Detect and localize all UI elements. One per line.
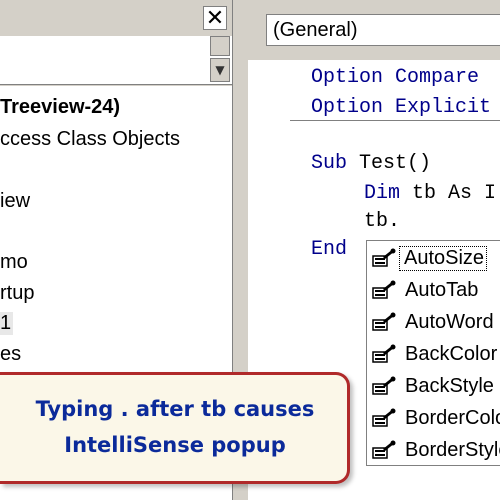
intellisense-item[interactable]: AutoWord — [371, 307, 494, 337]
intellisense-item[interactable]: BackColor — [371, 339, 497, 369]
property-icon — [371, 247, 399, 269]
callout-line-1: Typing . after tb causes — [35, 397, 315, 421]
property-icon — [371, 311, 399, 333]
tree-item[interactable]: mo — [0, 251, 28, 274]
code-line: Dim tb As I — [364, 182, 496, 205]
scroll-down-button[interactable]: ▼ — [210, 58, 230, 82]
intellisense-item[interactable]: AutoTab — [371, 275, 478, 305]
property-icon — [371, 343, 399, 365]
property-icon — [371, 375, 399, 397]
callout-text: Typing . after tb causes IntelliSense po… — [0, 391, 350, 463]
intellisense-item-label: BackColor — [405, 342, 498, 365]
intellisense-item-label: AutoSize — [399, 245, 488, 271]
intellisense-popup: AutoSize AutoTab AutoWord BackColor BackStyl… — [366, 240, 500, 466]
code-line: End — [311, 238, 347, 261]
property-icon — [371, 279, 399, 301]
intellisense-item-label: BackStyle — [405, 374, 494, 397]
tree-item[interactable]: rtup — [0, 282, 34, 305]
tree-item[interactable]: ccess Class Objects — [0, 128, 180, 151]
chevron-down-icon: ▼ — [215, 63, 225, 77]
intellisense-item[interactable]: BorderColor — [371, 403, 500, 433]
property-icon — [371, 439, 399, 461]
close-button[interactable]: ✕ — [203, 5, 227, 31]
intellisense-item-label: AutoWord — [405, 310, 494, 333]
keyword: Dim — [364, 182, 413, 205]
keyword: End — [311, 238, 348, 261]
intellisense-item[interactable]: BorderStyle — [371, 435, 500, 465]
annotation-callout: Typing . after tb causes IntelliSense po… — [0, 372, 350, 484]
code-line: tb. — [364, 210, 400, 233]
callout-line-2: IntelliSense popup — [64, 433, 286, 457]
keyword: Sub — [311, 152, 360, 175]
code-line: Sub Test() — [311, 152, 431, 175]
tree-item[interactable]: Treeview-24) — [0, 96, 120, 119]
code-text: tb As I — [412, 182, 497, 205]
keyword: Option Explicit — [311, 96, 492, 119]
intellisense-item-label: AutoTab — [405, 278, 479, 301]
procedure-separator — [290, 120, 500, 121]
tree-item[interactable]: es — [0, 343, 21, 366]
intellisense-item-label: BorderStyle — [405, 438, 500, 461]
code-line: Option Explicit — [311, 96, 491, 119]
close-icon: ✕ — [205, 5, 225, 31]
code-text: tb. — [364, 210, 401, 233]
intellisense-item[interactable]: BackStyle — [371, 371, 494, 401]
keyword: Option Compare — [311, 66, 480, 89]
explorer-toolbar — [0, 36, 232, 85]
code-line: Option Compare — [311, 66, 479, 89]
tree-item-selected[interactable]: 1 — [0, 312, 14, 335]
object-dropdown[interactable]: (General) — [266, 14, 500, 46]
property-icon — [371, 407, 399, 429]
scroll-up-button[interactable] — [210, 36, 230, 56]
tree-item[interactable]: iew — [0, 190, 30, 213]
intellisense-item[interactable]: AutoSize — [371, 243, 488, 273]
code-text: Test() — [359, 152, 432, 175]
intellisense-item-label: BorderColor — [405, 406, 500, 429]
